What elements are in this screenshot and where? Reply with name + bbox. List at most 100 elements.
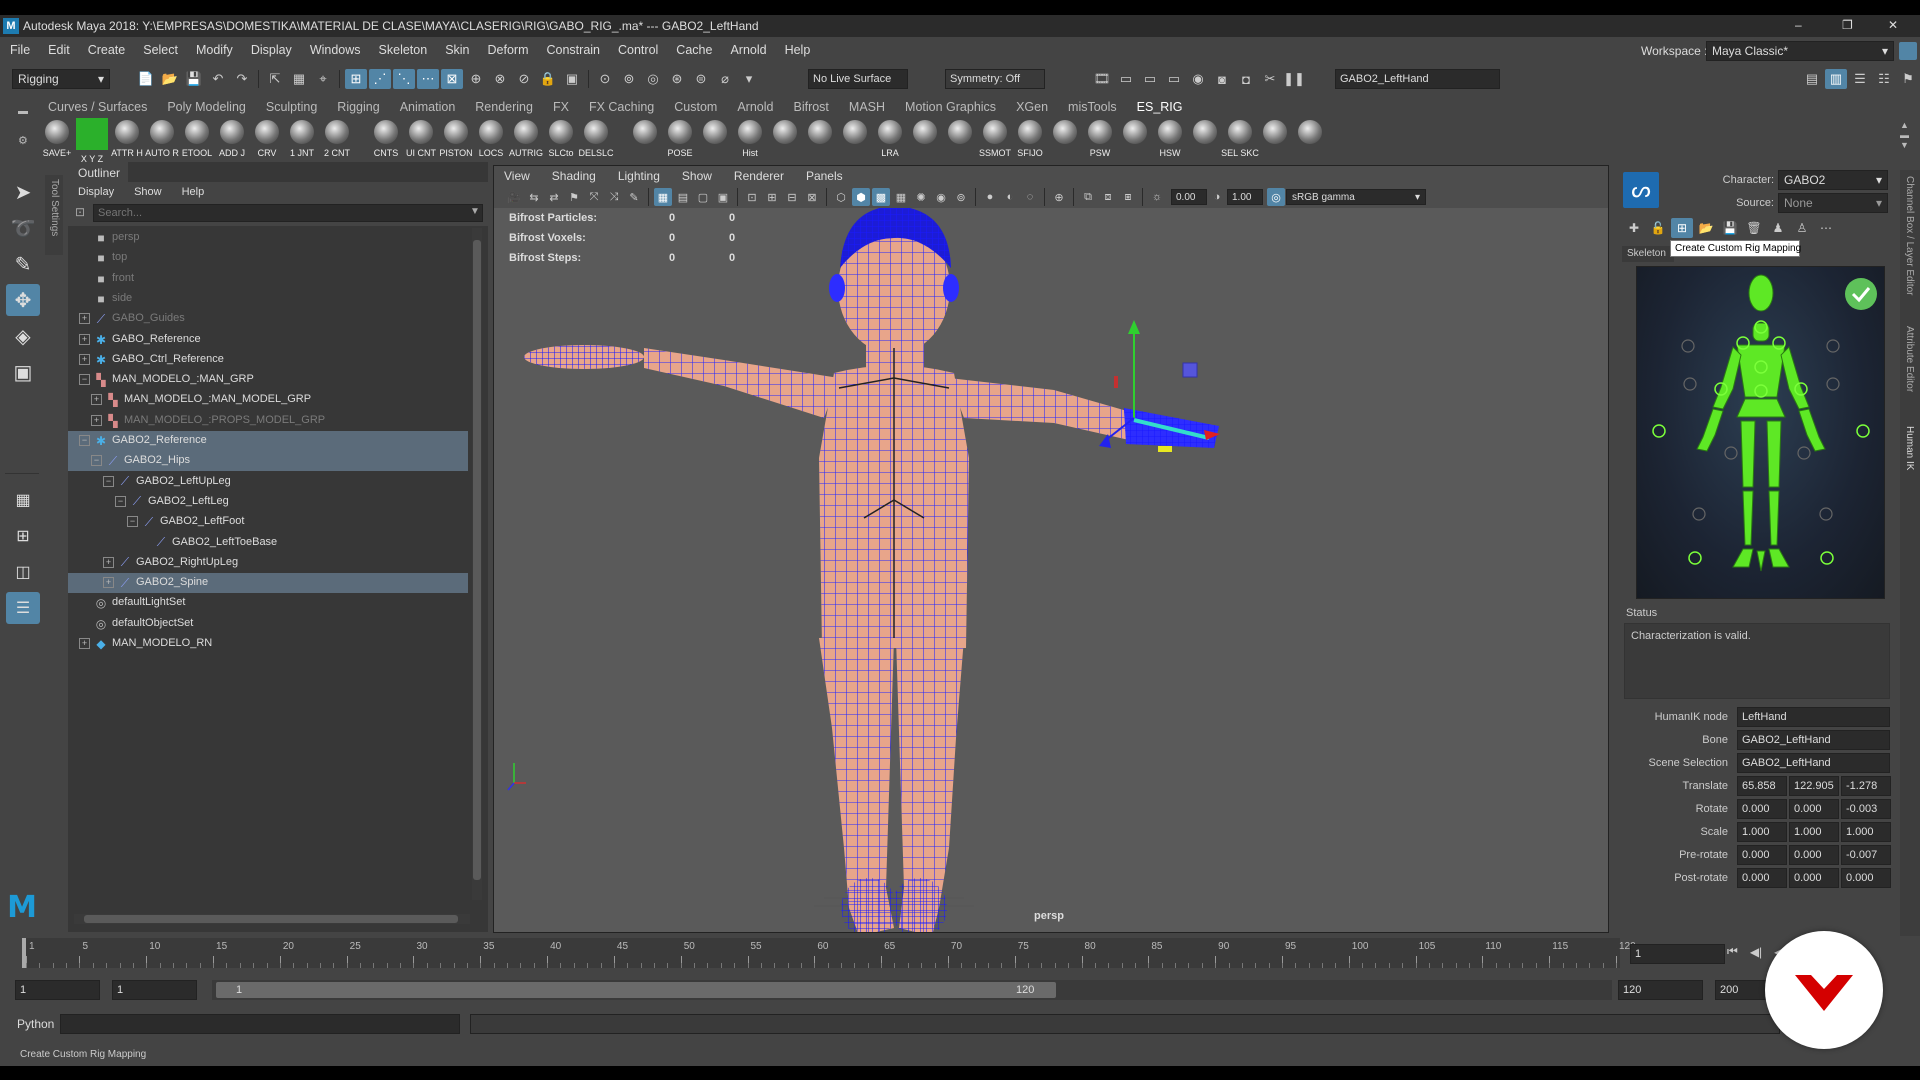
command-input[interactable]: [60, 1014, 460, 1034]
shelf-tab[interactable]: Arnold: [737, 100, 773, 114]
outliner-item[interactable]: − ✱ GABO2_Reference: [68, 431, 468, 451]
shelf-button[interactable]: [1188, 118, 1222, 164]
outliner-item[interactable]: + ✱ GABO_Reference: [68, 330, 468, 350]
outliner-item[interactable]: ⟋ GABO2_LeftToeBase: [68, 533, 468, 553]
property-field[interactable]: 0.000: [1789, 868, 1839, 888]
viewport-tool-icon[interactable]: ✎: [625, 188, 643, 206]
statusline-tool-icon[interactable]: ▦: [288, 69, 310, 89]
shelf-button[interactable]: CRV: [250, 118, 284, 164]
shelf-tab[interactable]: Animation: [400, 100, 456, 114]
shelf-button[interactable]: [698, 118, 732, 164]
render-tool-icon[interactable]: ▭: [1139, 69, 1161, 89]
expand-icon[interactable]: +: [91, 394, 102, 406]
viewport-tool-icon[interactable]: ⇄: [545, 188, 563, 206]
viewport-tool-icon[interactable]: ▢: [694, 188, 712, 206]
shelf-tab[interactable]: Rigging: [337, 100, 379, 114]
menu-edit[interactable]: Edit: [48, 43, 70, 57]
statusline-tool-icon[interactable]: ⇱: [264, 69, 286, 89]
viewport-tool-icon[interactable]: ⊡: [743, 188, 761, 206]
shelf-button[interactable]: [628, 118, 662, 164]
character-dropdown[interactable]: GABO2 ▾: [1778, 170, 1888, 190]
viewport-tool-icon[interactable]: ▩: [872, 188, 890, 206]
single-view-icon[interactable]: ▦: [6, 484, 40, 516]
shelf-button[interactable]: Hist: [733, 118, 767, 164]
outliner-hscrollbar[interactable]: [74, 914, 470, 924]
property-field[interactable]: 0.000: [1737, 845, 1787, 865]
shelf-button[interactable]: [943, 118, 977, 164]
property-field[interactable]: 122.905: [1789, 776, 1839, 796]
menu-cache[interactable]: Cache: [676, 43, 712, 57]
anim-start-field[interactable]: 1: [112, 980, 197, 1000]
viewport-tool-icon[interactable]: ⊠: [803, 188, 821, 206]
menu-skeleton[interactable]: Skeleton: [379, 43, 428, 57]
collapse-icon[interactable]: −: [115, 495, 126, 507]
viewport-tool-icon[interactable]: ▦: [892, 188, 910, 206]
outliner-layout-icon[interactable]: ☰: [6, 592, 40, 624]
shelf-button[interactable]: ADD J: [215, 118, 249, 164]
viewport-tool-icon[interactable]: ▣: [714, 188, 732, 206]
viewport-menu-show[interactable]: Show: [682, 169, 712, 183]
humanik-tool-icon[interactable]: 🔓: [1647, 218, 1669, 238]
layout-toggle-icon[interactable]: ☰: [1849, 69, 1871, 89]
four-view-icon[interactable]: ⊞: [6, 520, 40, 552]
humanik-figure-svg[interactable]: [1637, 267, 1886, 600]
shelf-tab[interactable]: Rendering: [475, 100, 533, 114]
statusline-tool-icon[interactable]: ⋰: [369, 69, 391, 89]
shelf-button[interactable]: SAVE+: [40, 118, 74, 164]
humanik-tool-icon[interactable]: 💾: [1719, 218, 1741, 238]
property-field[interactable]: 0.000: [1737, 799, 1787, 819]
command-language[interactable]: Python: [17, 1017, 54, 1031]
outliner-item[interactable]: − ⟋ GABO2_LeftLeg: [68, 492, 468, 512]
outliner-item[interactable]: ■ side: [68, 289, 468, 309]
render-tool-icon[interactable]: ▭: [1115, 69, 1137, 89]
shelf-button[interactable]: POSE: [663, 118, 697, 164]
outliner-hscroll-thumb[interactable]: [84, 915, 458, 923]
playback-button-icon[interactable]: ◀|: [1750, 945, 1762, 959]
humanik-tool-icon[interactable]: ♟: [1767, 218, 1789, 238]
character-model-svg[interactable]: [494, 208, 1608, 932]
menu-arnold[interactable]: Arnold: [730, 43, 766, 57]
viewport-tool-icon[interactable]: ⊞: [763, 188, 781, 206]
statusline-tool-icon[interactable]: ⌖: [312, 69, 334, 89]
shelf-tab[interactable]: Custom: [674, 100, 717, 114]
expand-icon[interactable]: +: [79, 638, 90, 649]
viewport-tool-icon[interactable]: 🎥: [505, 188, 523, 206]
rotate-tool-icon[interactable]: ◈: [6, 320, 40, 352]
property-field[interactable]: 0.000: [1789, 845, 1839, 865]
shelf-button[interactable]: [1118, 118, 1152, 164]
viewport-tool-icon[interactable]: ☼: [1148, 188, 1166, 206]
viewport-tool-icon[interactable]: ⬢: [852, 188, 870, 206]
outliner-item[interactable]: + ⟋ GABO_Guides: [68, 309, 468, 329]
outliner-item[interactable]: + ⟋ GABO2_RightUpLeg: [68, 553, 468, 573]
expand-icon[interactable]: +: [79, 313, 90, 325]
shelf-tab[interactable]: ES_RIG: [1137, 100, 1183, 114]
statusline-tool-icon[interactable]: ▾: [738, 69, 760, 89]
shelf-button[interactable]: X Y Z: [75, 118, 109, 164]
shelf-button[interactable]: UI CNT: [404, 118, 438, 164]
property-field[interactable]: 1.000: [1737, 822, 1787, 842]
live-surface-field[interactable]: No Live Surface: [808, 69, 908, 89]
filter-icon[interactable]: ⊡: [75, 205, 85, 219]
menu-file[interactable]: File: [10, 43, 30, 57]
viewport-tool-icon[interactable]: ▤: [674, 188, 692, 206]
property-field[interactable]: LeftHand: [1737, 707, 1890, 727]
viewport-tool-icon[interactable]: ⬡: [832, 188, 850, 206]
statusline-tool-icon[interactable]: ↷: [231, 69, 253, 89]
layout-toggle-icon[interactable]: ▥: [1825, 69, 1847, 89]
symmetry-dropdown[interactable]: Symmetry: Off: [945, 69, 1045, 89]
expand-icon[interactable]: +: [79, 333, 90, 345]
shelf-button[interactable]: 2 CNT: [320, 118, 354, 164]
statusline-tool-icon[interactable]: ⊠: [441, 69, 463, 89]
shelf-button[interactable]: DELSLC: [579, 118, 614, 164]
outliner-item[interactable]: + ▚ MAN_MODELO_:MAN_MODEL_GRP: [68, 390, 468, 410]
exposure-field[interactable]: 0.00: [1171, 189, 1207, 205]
statusline-tool-icon[interactable]: 🔒: [537, 69, 559, 89]
statusline-tool-icon[interactable]: 📄: [135, 69, 157, 89]
outliner-item[interactable]: ◎ defaultObjectSet: [68, 614, 468, 634]
shelf-button[interactable]: SSMOT: [978, 118, 1012, 164]
shelf-button[interactable]: [1258, 118, 1292, 164]
statusline-tool-icon[interactable]: ⊜: [690, 69, 712, 89]
expand-icon[interactable]: +: [91, 414, 102, 426]
shelf-button[interactable]: 1 JNT: [285, 118, 319, 164]
shelf-button[interactable]: LRA: [873, 118, 907, 164]
